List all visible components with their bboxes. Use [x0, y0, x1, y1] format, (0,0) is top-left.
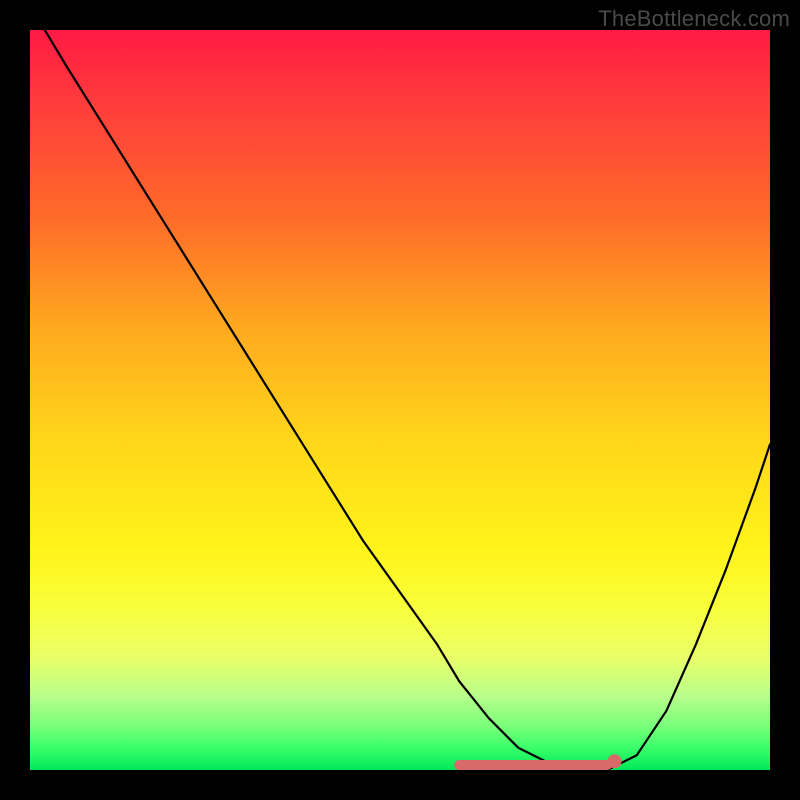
data-point-marker — [608, 754, 622, 768]
watermark-text: TheBottleneck.com — [598, 6, 790, 32]
plot-area — [30, 30, 770, 770]
bottleneck-curve — [45, 30, 770, 770]
curve-svg — [30, 30, 770, 770]
chart-container: TheBottleneck.com — [0, 0, 800, 800]
